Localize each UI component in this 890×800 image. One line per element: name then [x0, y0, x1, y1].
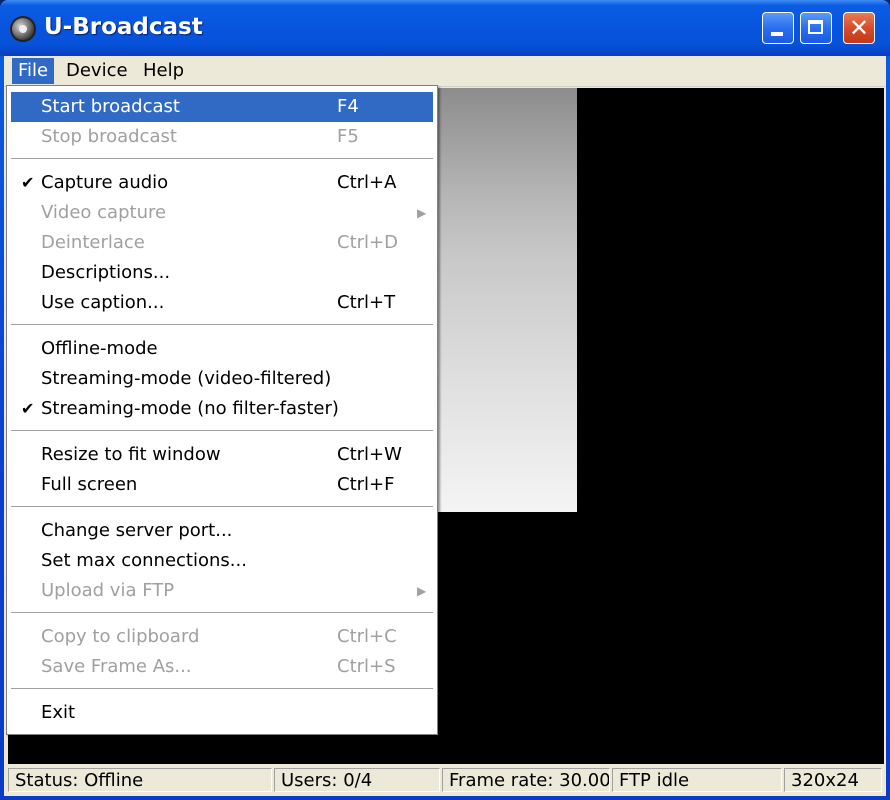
- menu-item-offline-mode[interactable]: Offline-mode: [11, 334, 433, 364]
- menu-item-save-frame-as[interactable]: Save Frame As... Ctrl+S: [11, 652, 433, 682]
- users-count: Users: 0/4: [274, 768, 440, 792]
- menu-item-label: Start broadcast: [41, 96, 180, 117]
- menu-item-stop-broadcast[interactable]: Stop broadcast F5: [11, 122, 433, 152]
- close-button[interactable]: ✕: [843, 12, 875, 44]
- menu-separator: [11, 688, 433, 690]
- frame-rate: Frame rate: 30.00: [442, 768, 610, 792]
- menu-item-shortcut: Ctrl+D: [337, 232, 398, 253]
- menu-item-label: Full screen: [41, 474, 138, 495]
- menu-item-video-capture[interactable]: Video capture ▶: [11, 198, 433, 228]
- menu-item-label: Capture audio: [41, 172, 169, 193]
- menu-item-streaming-mode-no-filter[interactable]: ✔ Streaming-mode (no filter-faster): [11, 394, 433, 424]
- menu-separator: [11, 506, 433, 508]
- menu-item-shortcut: Ctrl+A: [337, 172, 397, 193]
- menu-item-label: Exit: [41, 702, 76, 723]
- menu-item-shortcut: F4: [337, 96, 359, 117]
- menu-item-shortcut: Ctrl+W: [337, 444, 402, 465]
- menu-item-shortcut: Ctrl+S: [337, 656, 396, 677]
- check-icon: ✔: [21, 399, 35, 418]
- menu-help[interactable]: Help: [137, 58, 190, 84]
- submenu-arrow-icon: ▶: [417, 584, 427, 598]
- check-icon: ✔: [21, 173, 35, 192]
- menu-item-set-max-connections[interactable]: Set max connections...: [11, 546, 433, 576]
- menu-item-label: Descriptions...: [41, 262, 171, 283]
- menu-separator: [11, 324, 433, 326]
- menu-item-label: Streaming-mode (video-filtered): [41, 368, 332, 389]
- menu-item-label: Upload via FTP: [41, 580, 175, 601]
- menu-item-shortcut: F5: [337, 126, 359, 147]
- menu-item-copy-to-clipboard[interactable]: Copy to clipboard Ctrl+C: [11, 622, 433, 652]
- menu-item-upload-via-ftp[interactable]: Upload via FTP ▶: [11, 576, 433, 606]
- menu-item-label: Streaming-mode (no filter-faster): [41, 398, 339, 419]
- menu-item-change-server-port[interactable]: Change server port...: [11, 516, 433, 546]
- menu-item-use-caption[interactable]: Use caption... Ctrl+T: [11, 288, 433, 318]
- menu-item-shortcut: Ctrl+C: [337, 626, 397, 647]
- menu-item-full-screen[interactable]: Full screen Ctrl+F: [11, 470, 433, 500]
- menu-item-label: Stop broadcast: [41, 126, 177, 147]
- menu-item-label: Video capture: [41, 202, 167, 223]
- menu-item-label: Save Frame As...: [41, 656, 192, 677]
- menu-item-shortcut: Ctrl+F: [337, 474, 395, 495]
- menu-separator: [11, 158, 433, 160]
- status-bar: Status: Offline Users: 0/4 Frame rate: 3…: [4, 766, 886, 796]
- menu-file[interactable]: File: [12, 58, 55, 84]
- menu-separator: [11, 430, 433, 432]
- menu-item-exit[interactable]: Exit: [11, 698, 433, 728]
- menu-item-streaming-mode-filtered[interactable]: Streaming-mode (video-filtered): [11, 364, 433, 394]
- maximize-icon: [808, 20, 823, 34]
- menu-bar: File Device Help: [4, 56, 886, 87]
- menu-item-deinterlace[interactable]: Deinterlace Ctrl+D: [11, 228, 433, 258]
- menu-item-label: Use caption...: [41, 292, 165, 313]
- app-window: U-Broadcast ✕ File Device Help Status: O…: [0, 0, 890, 800]
- minimize-button[interactable]: [762, 12, 794, 44]
- submenu-arrow-icon: ▶: [417, 206, 427, 220]
- menu-item-start-broadcast[interactable]: Start broadcast F4: [11, 92, 433, 122]
- menu-item-resize-to-fit[interactable]: Resize to fit window Ctrl+W: [11, 440, 433, 470]
- title-bar[interactable]: U-Broadcast ✕: [0, 0, 890, 56]
- maximize-button[interactable]: [800, 12, 832, 44]
- window-title: U-Broadcast: [44, 14, 203, 40]
- ftp-status: FTP idle: [612, 768, 782, 792]
- menu-item-shortcut: Ctrl+T: [337, 292, 396, 313]
- menu-item-label: Set max connections...: [41, 550, 247, 571]
- menu-item-label: Copy to clipboard: [41, 626, 200, 647]
- menu-item-label: Change server port...: [41, 520, 233, 541]
- app-icon[interactable]: [10, 16, 36, 42]
- resolution: 320x24: [784, 768, 882, 792]
- status-text: Status: Offline: [8, 768, 272, 792]
- minimize-icon: [771, 32, 783, 36]
- video-frame-image: [428, 88, 577, 512]
- close-icon: ✕: [848, 14, 870, 42]
- menu-item-descriptions[interactable]: Descriptions...: [11, 258, 433, 288]
- file-menu-dropdown: Start broadcast F4 Stop broadcast F5 ✔ C…: [6, 85, 438, 735]
- menu-item-label: Offline-mode: [41, 338, 158, 359]
- menu-item-capture-audio[interactable]: ✔ Capture audio Ctrl+A: [11, 168, 433, 198]
- menu-item-label: Deinterlace: [41, 232, 145, 253]
- menu-device[interactable]: Device: [60, 58, 134, 84]
- menu-item-label: Resize to fit window: [41, 444, 221, 465]
- menu-separator: [11, 612, 433, 614]
